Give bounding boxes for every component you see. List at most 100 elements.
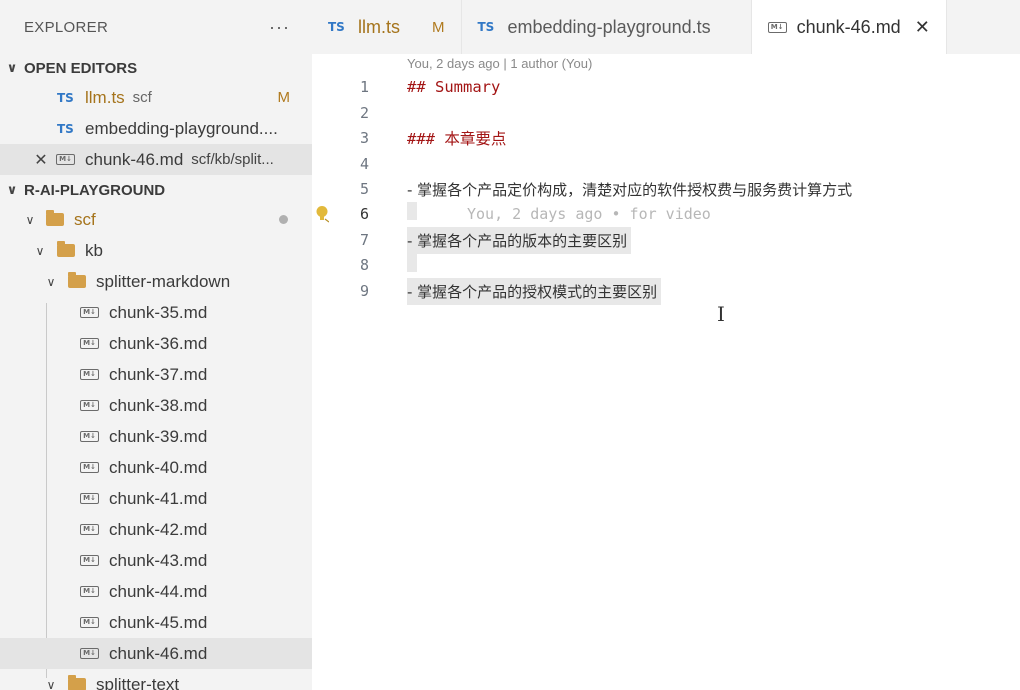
folder-splitter-text[interactable]: ∨ splitter-text — [0, 669, 312, 690]
file-label: chunk-46.md — [109, 643, 208, 663]
markdown-icon: M↓ — [80, 617, 99, 628]
markdown-icon: M↓ — [80, 555, 99, 566]
open-editor-path: scf — [132, 89, 152, 106]
open-editor-path: scf/kb/split... — [191, 151, 274, 168]
file-label: chunk-38.md — [109, 395, 208, 415]
open-editor-filename: embedding-playground.... — [85, 118, 278, 138]
file-item[interactable]: M↓ chunk-35.md — [0, 297, 312, 328]
markdown-icon: M↓ — [80, 648, 99, 659]
line-number: 8 — [359, 256, 369, 274]
line-text: - 掌握各个产品的授权模式的主要区别 — [407, 277, 662, 305]
folder-icon — [46, 210, 64, 226]
file-item[interactable]: M↓ chunk-45.md — [0, 607, 312, 638]
open-editor-item-llm[interactable]: TS llm.ts scf M — [0, 82, 312, 113]
line-number: 3 — [359, 129, 369, 147]
chevron-down-icon: ∨ — [46, 677, 56, 690]
folder-kb[interactable]: ∨ kb — [0, 235, 312, 266]
file-label: chunk-45.md — [109, 612, 208, 632]
editor-line[interactable]: 4 — [312, 151, 1020, 177]
workspace-header[interactable]: ∨ R-AI-PLAYGROUND — [0, 176, 312, 204]
file-item[interactable]: M↓ chunk-36.md — [0, 328, 312, 359]
typescript-icon: TS — [57, 121, 74, 136]
file-item[interactable]: M↓ chunk-44.md — [0, 576, 312, 607]
open-editor-filename: chunk-46.md — [85, 149, 184, 169]
explorer-title: EXPLORER — [24, 18, 109, 36]
editor-pane[interactable]: You, 2 days ago | 1 author (You) 1 ## Su… — [312, 54, 1020, 690]
markdown-icon: M↓ — [80, 524, 99, 535]
more-icon[interactable]: ··· — [269, 17, 290, 38]
markdown-icon: M↓ — [767, 21, 787, 33]
file-list: M↓ chunk-35.md M↓ chunk-36.md M↓ chunk-37.md M… — [0, 297, 312, 669]
typescript-icon: TS — [477, 20, 495, 34]
file-item[interactable]: M↓ chunk-39.md — [0, 421, 312, 452]
line-number: 9 — [359, 282, 369, 300]
file-item[interactable]: M↓ chunk-37.md — [0, 359, 312, 390]
folder-icon — [57, 241, 75, 257]
explorer-sidebar: EXPLORER ··· ∨ OPEN EDITORS TS llm.ts sc… — [0, 0, 312, 690]
typescript-icon: TS — [328, 20, 345, 34]
editor-line[interactable]: 2 — [312, 100, 1020, 126]
tab-label: embedding-playground.ts — [507, 16, 711, 37]
file-label: chunk-35.md — [109, 302, 208, 322]
open-editors-label: OPEN EDITORS — [24, 59, 138, 77]
lightbulb-icon[interactable] — [315, 205, 329, 223]
typescript-icon: TS — [57, 90, 74, 105]
folder-splitter-markdown[interactable]: ∨ splitter-markdown — [0, 266, 312, 297]
tab-llm[interactable]: TS llm.ts M — [312, 0, 462, 54]
chevron-down-icon: ∨ — [35, 243, 45, 258]
open-editor-item-chunk46[interactable]: ✕ M↓ chunk-46.md scf/kb/split... — [0, 144, 312, 175]
line-number: 1 — [359, 78, 369, 96]
line-number: 2 — [359, 104, 369, 122]
modified-badge: M — [432, 18, 445, 36]
tab-label: llm.ts — [358, 16, 400, 37]
editor-line[interactable]: 7 - 掌握各个产品的版本的主要区别 — [312, 226, 1020, 254]
markdown-icon: M↓ — [80, 338, 99, 349]
file-item[interactable]: M↓ chunk-43.md — [0, 545, 312, 576]
open-editor-item-embedding[interactable]: TS embedding-playground.... — [0, 113, 312, 144]
tab-embedding-playground[interactable]: TS embedding-playground.ts — [462, 0, 752, 54]
markdown-icon: M↓ — [80, 400, 99, 411]
explorer-header: EXPLORER ··· — [0, 0, 312, 54]
markdown-icon: M↓ — [80, 586, 99, 597]
markdown-icon: M↓ — [80, 462, 99, 473]
chevron-down-icon: ∨ — [6, 182, 18, 197]
file-item[interactable]: M↓ chunk-46.md — [0, 638, 312, 669]
folder-scf[interactable]: ∨ scf — [0, 204, 312, 235]
markdown-icon: M↓ — [80, 307, 99, 318]
editor-line[interactable]: 8 — [312, 252, 1020, 278]
file-item[interactable]: M↓ chunk-38.md — [0, 390, 312, 421]
file-item[interactable]: M↓ chunk-40.md — [0, 452, 312, 483]
open-editors-header[interactable]: ∨ OPEN EDITORS — [0, 54, 312, 82]
editor-line-current[interactable]: 6 You, 2 days ago • for video — [312, 201, 1020, 227]
folder-label: splitter-text — [96, 674, 180, 690]
modified-dot — [279, 215, 288, 224]
file-label: chunk-37.md — [109, 364, 208, 384]
tab-label: chunk-46.md — [796, 16, 901, 37]
modified-badge: M — [277, 89, 291, 106]
text-cursor-icon: I — [717, 302, 725, 326]
file-label: chunk-40.md — [109, 457, 208, 477]
editor-line[interactable]: 9 - 掌握各个产品的授权模式的主要区别 — [312, 277, 1020, 305]
editor-line[interactable]: 3 ### 本章要点 — [312, 125, 1020, 151]
line-text: - 掌握各个产品定价构成，清楚对应的软件授权费与服务费计算方式 — [407, 180, 853, 199]
close-icon[interactable]: ✕ — [30, 150, 52, 170]
editor-line[interactable]: 1 ## Summary — [312, 74, 1020, 100]
tab-bar-empty — [946, 0, 1020, 54]
file-item[interactable]: M↓ chunk-42.md — [0, 514, 312, 545]
line-number: 4 — [359, 155, 369, 173]
file-label: chunk-44.md — [109, 581, 208, 601]
close-icon[interactable]: ✕ — [915, 17, 930, 38]
chevron-down-icon: ∨ — [6, 60, 18, 75]
tab-chunk46[interactable]: M↓ chunk-46.md ✕ — [751, 0, 947, 54]
file-label: chunk-36.md — [109, 333, 208, 353]
folder-label: splitter-markdown — [96, 271, 231, 291]
codelens-blame[interactable]: You, 2 days ago | 1 author (You) — [407, 56, 592, 71]
folder-label: scf — [74, 209, 96, 229]
file-item[interactable]: M↓ chunk-41.md — [0, 483, 312, 514]
markdown-icon: M↓ — [80, 369, 99, 380]
line-text: ### 本章要点 — [407, 130, 507, 148]
markdown-icon: M↓ — [80, 493, 99, 504]
folder-icon — [68, 675, 86, 690]
editor-line[interactable]: 5 - 掌握各个产品定价构成，清楚对应的软件授权费与服务费计算方式 — [312, 176, 1020, 202]
chevron-down-icon: ∨ — [46, 274, 56, 289]
